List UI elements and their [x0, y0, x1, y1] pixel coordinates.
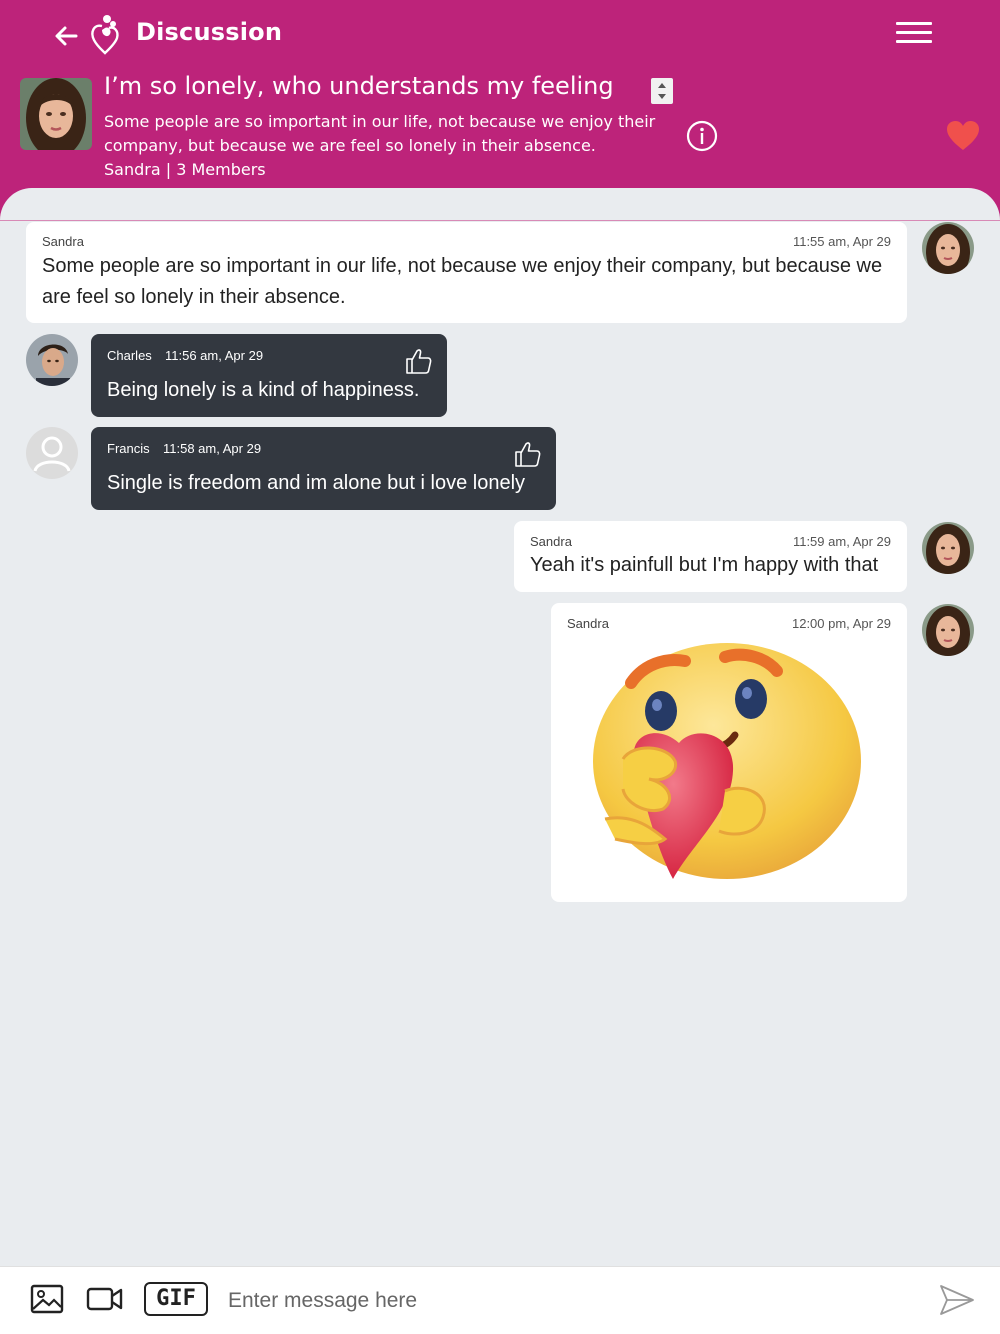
message-time: 12:00 pm, Apr 29: [791, 616, 891, 631]
message-author: Sandra: [567, 616, 609, 631]
group-description: Some people are so important in our life…: [104, 112, 656, 155]
group-avatar: [20, 78, 92, 150]
app-logo-icon: [88, 12, 122, 56]
message-time: 11:56 am, Apr 29: [165, 348, 264, 363]
image-upload-icon[interactable]: [30, 1283, 64, 1320]
group-meta: Sandra | 3 Members: [104, 160, 266, 179]
video-camera-icon[interactable]: [86, 1285, 124, 1318]
avatar[interactable]: [26, 427, 78, 479]
message-text: Some people are so important in our life…: [42, 255, 883, 308]
message-bubble: Francis 11:58 am, Apr 29 Single is freed…: [91, 427, 556, 510]
message-time: 11:58 am, Apr 29: [163, 441, 262, 456]
group-title: I’m so lonely, who understands my feelin…: [104, 72, 614, 100]
gif-button[interactable]: GIF: [144, 1282, 208, 1316]
avatar[interactable]: [922, 222, 974, 274]
avatar[interactable]: [26, 334, 78, 386]
message-author: Sandra: [42, 234, 84, 249]
message-author: Charles: [107, 348, 152, 363]
avatar[interactable]: [922, 522, 974, 574]
message-author: Sandra: [530, 534, 572, 549]
thumbs-up-icon[interactable]: [405, 347, 433, 375]
discussion-header: Discussion I’m so lonely, who understand…: [0, 0, 1000, 220]
avatar[interactable]: [922, 604, 974, 656]
message-composer: GIF: [0, 1266, 1000, 1334]
hug-heart-emoji-sticker[interactable]: [593, 643, 863, 883]
info-icon[interactable]: [686, 120, 718, 152]
divider: [0, 220, 1000, 221]
thumbs-up-icon[interactable]: [514, 440, 542, 468]
hamburger-menu-icon[interactable]: [896, 22, 932, 50]
message-input[interactable]: [228, 1281, 908, 1321]
message-bubble: Sandra 11:55 am, Apr 29 Some people are …: [26, 222, 907, 323]
message-time: 11:55 am, Apr 29: [792, 234, 891, 249]
message-bubble: Sandra 11:59 am, Apr 29 Yeah it's painfu…: [514, 521, 907, 592]
sticker-message: Sandra 12:00 pm, Apr 29: [551, 603, 907, 902]
message-text: Single is freedom and im alone but i lov…: [107, 472, 526, 494]
send-icon[interactable]: [938, 1283, 976, 1317]
message-text: Being lonely is a kind of happiness.: [107, 379, 420, 401]
message-time: 11:59 am, Apr 29: [792, 534, 891, 549]
message-bubble: Charles 11:56 am, Apr 29 Being lonely is…: [91, 334, 447, 417]
title-spinner-control[interactable]: [651, 78, 673, 104]
page-title: Discussion: [136, 18, 283, 46]
back-arrow-icon[interactable]: [52, 22, 82, 50]
favorite-heart-icon[interactable]: [946, 120, 980, 152]
message-text: Yeah it's painfull but I'm happy with th…: [530, 554, 879, 576]
message-author: Francis: [107, 441, 150, 456]
